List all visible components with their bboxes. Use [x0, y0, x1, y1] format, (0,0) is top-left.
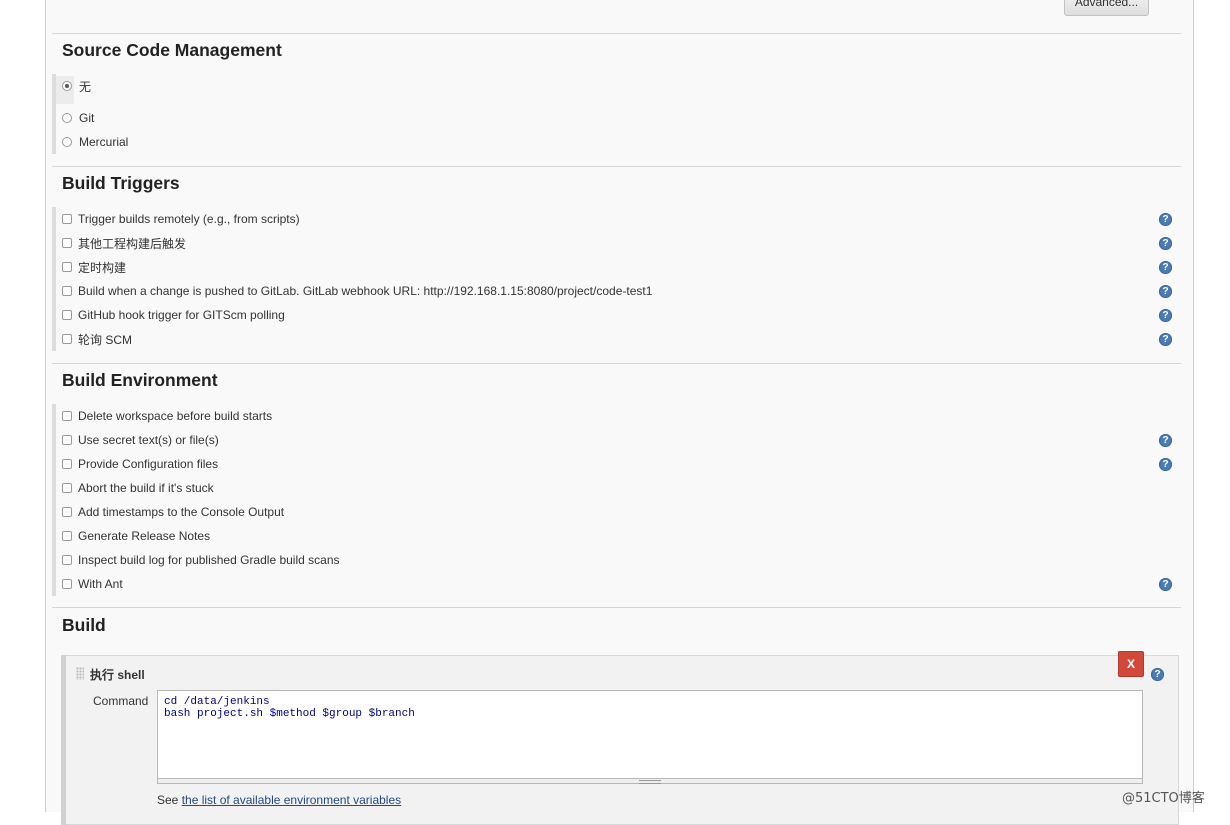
- trigger-after-other[interactable]: 其他工程构建后触发: [62, 235, 186, 251]
- command-textarea[interactable]: cd /data/jenkins bash project.sh $method…: [157, 690, 1143, 784]
- radio-mercurial[interactable]: [62, 137, 72, 147]
- checkbox[interactable]: [62, 214, 72, 224]
- trigger-gitlab[interactable]: Build when a change is pushed to GitLab.…: [62, 283, 652, 299]
- environment-title: Build Environment: [62, 370, 218, 390]
- trigger-poll-scm[interactable]: 轮询 SCM: [62, 331, 132, 347]
- env-secret-text[interactable]: Use secret text(s) or file(s): [62, 432, 219, 448]
- scm-option-label: Mercurial: [79, 135, 129, 149]
- trigger-label: GitHub hook trigger for GITScm polling: [78, 308, 285, 322]
- radio-git[interactable]: [62, 113, 72, 123]
- help-icon[interactable]: ?: [1151, 668, 1164, 681]
- env-timestamps[interactable]: Add timestamps to the Console Output: [62, 504, 284, 520]
- env-gradle-scans[interactable]: Inspect build log for published Gradle b…: [62, 552, 340, 568]
- help-icon[interactable]: ?: [1159, 458, 1172, 471]
- env-label: Delete workspace before build starts: [78, 409, 273, 423]
- checkbox[interactable]: [62, 483, 72, 493]
- checkbox[interactable]: [62, 507, 72, 517]
- env-delete-workspace[interactable]: Delete workspace before build starts: [62, 408, 272, 424]
- help-icon[interactable]: ?: [1159, 333, 1172, 346]
- env-vars-link[interactable]: the list of available environment variab…: [182, 793, 401, 807]
- env-vars-hint: See the list of available environment va…: [157, 793, 401, 807]
- shell-step-bar: [61, 655, 66, 825]
- advanced-button[interactable]: Advanced...: [1064, 0, 1149, 16]
- checkbox[interactable]: [62, 531, 72, 541]
- env-with-ant[interactable]: With Ant: [62, 576, 123, 592]
- env-label: Use secret text(s) or file(s): [78, 433, 219, 447]
- radio-none[interactable]: [62, 81, 72, 91]
- section-divider: [52, 363, 1181, 364]
- checkbox[interactable]: [62, 459, 72, 469]
- trigger-remote[interactable]: Trigger builds remotely (e.g., from scri…: [62, 211, 300, 227]
- trigger-label: Build when a change is pushed to GitLab.…: [78, 284, 653, 298]
- env-config-files[interactable]: Provide Configuration files: [62, 456, 218, 472]
- drag-handle-icon[interactable]: [76, 667, 84, 680]
- checkbox[interactable]: [62, 579, 72, 589]
- triggers-group-bar: [52, 207, 56, 351]
- env-label: Generate Release Notes: [78, 529, 211, 543]
- section-divider: [52, 33, 1181, 34]
- watermark: @51CTO博客: [1122, 791, 1205, 806]
- triggers-title: Build Triggers: [62, 173, 180, 193]
- env-label: Add timestamps to the Console Output: [78, 505, 285, 519]
- scm-option-label: Git: [79, 111, 95, 125]
- env-label: Inspect build log for published Gradle b…: [78, 553, 340, 567]
- scm-option-none[interactable]: 无: [62, 78, 91, 94]
- env-vars-prefix: See: [157, 793, 182, 807]
- help-icon[interactable]: ?: [1159, 213, 1172, 226]
- checkbox[interactable]: [62, 411, 72, 421]
- checkbox[interactable]: [62, 286, 72, 296]
- scm-option-mercurial[interactable]: Mercurial: [62, 134, 128, 150]
- env-abort-stuck[interactable]: Abort the build if it's stuck: [62, 480, 214, 496]
- help-icon[interactable]: ?: [1159, 261, 1172, 274]
- build-title: Build: [62, 615, 106, 635]
- textarea-resize-handle[interactable]: [157, 778, 1143, 784]
- checkbox[interactable]: [62, 310, 72, 320]
- env-label: Abort the build if it's stuck: [78, 481, 214, 495]
- scm-option-label: 无: [79, 79, 92, 94]
- checkbox[interactable]: [62, 262, 72, 272]
- command-label: Command: [93, 694, 149, 708]
- help-icon[interactable]: ?: [1159, 309, 1172, 322]
- checkbox[interactable]: [62, 238, 72, 248]
- environment-group-bar: [52, 404, 56, 596]
- trigger-label: Trigger builds remotely (e.g., from scri…: [78, 212, 300, 226]
- env-label: Provide Configuration files: [78, 457, 219, 471]
- scm-title: Source Code Management: [62, 40, 282, 60]
- help-icon[interactable]: ?: [1159, 285, 1172, 298]
- trigger-periodic[interactable]: 定时构建: [62, 259, 126, 275]
- trigger-github[interactable]: GitHub hook trigger for GITScm polling: [62, 307, 285, 323]
- checkbox[interactable]: [62, 334, 72, 344]
- section-divider: [52, 607, 1181, 608]
- help-icon[interactable]: ?: [1159, 578, 1172, 591]
- checkbox[interactable]: [62, 435, 72, 445]
- trigger-label: 其他工程构建后触发: [78, 236, 187, 251]
- checkbox[interactable]: [62, 555, 72, 565]
- trigger-label: 定时构建: [78, 260, 127, 275]
- trigger-label: 轮询 SCM: [78, 332, 133, 347]
- shell-step-title: 执行 shell: [90, 668, 145, 682]
- env-label: With Ant: [78, 577, 123, 591]
- env-release-notes[interactable]: Generate Release Notes: [62, 528, 210, 544]
- section-divider: [52, 166, 1181, 167]
- help-icon[interactable]: ?: [1159, 237, 1172, 250]
- scm-option-git[interactable]: Git: [62, 110, 94, 126]
- delete-step-button[interactable]: X: [1118, 651, 1144, 677]
- help-icon[interactable]: ?: [1159, 434, 1172, 447]
